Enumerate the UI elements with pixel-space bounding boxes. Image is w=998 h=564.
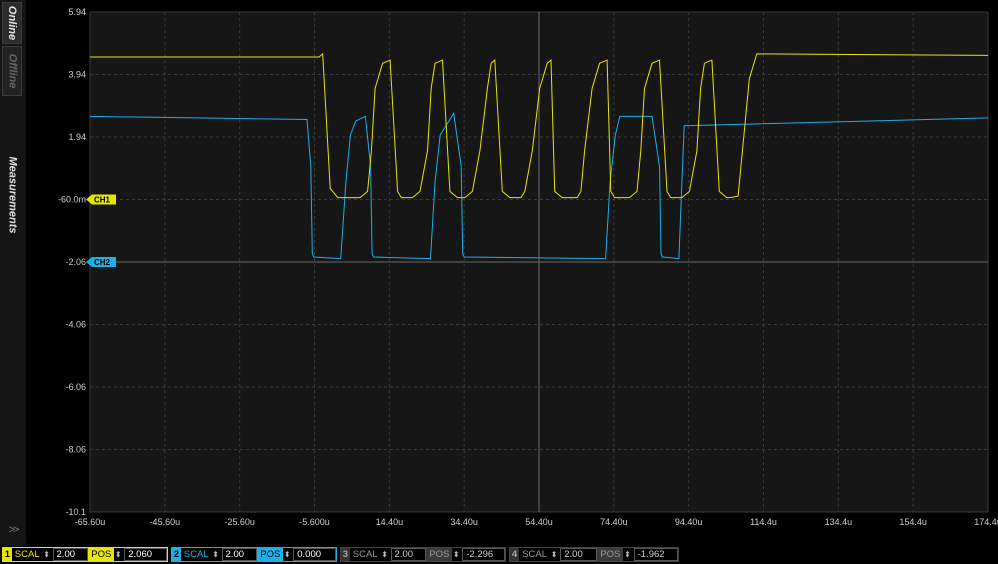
up-down-arrows-icon[interactable]: ⬍ [114, 550, 122, 559]
x-tick-label: 14.40u [376, 517, 404, 527]
up-down-arrows-icon[interactable]: ⬍ [550, 550, 558, 559]
x-tick-label: 74.40u [600, 517, 628, 527]
tab-online[interactable]: Online [2, 2, 22, 44]
channel-3-scal-input[interactable]: 2.00 [390, 548, 427, 561]
x-tick-label: 134.4u [825, 517, 853, 527]
channel-2-badge[interactable]: 2 [172, 548, 181, 561]
ch1-marker[interactable]: CH1 [86, 194, 116, 205]
y-tick-label: 1.94 [68, 132, 86, 142]
sidebar: Online Offline Measurements >> [0, 0, 27, 546]
measurements-label: Measurements [7, 156, 20, 234]
channel-3-scal-label: SCAL [352, 549, 378, 560]
y-tick-label: -10.1 [65, 507, 86, 517]
channel-4-pos-label: POS [597, 548, 624, 561]
up-down-arrows-icon[interactable]: ⬍ [283, 550, 291, 559]
y-tick-label: -6.06 [65, 382, 86, 392]
double-chevron-right-icon[interactable]: >> [3, 524, 23, 538]
y-tick-label: -2.06 [65, 257, 86, 267]
up-down-arrows-icon[interactable]: ⬍ [43, 550, 51, 559]
channel-4-scal-input[interactable]: 2.00 [560, 548, 598, 561]
channel-3-pos-label: POS [426, 548, 453, 561]
x-tick-label: -65.60u [75, 517, 106, 527]
up-down-arrows-icon[interactable]: ⬍ [452, 550, 460, 559]
ch1-marker-label: CH1 [94, 196, 111, 205]
x-tick-label: 54.40u [525, 517, 553, 527]
channel-2-scal-label: SCAL [183, 549, 209, 560]
channel-1-badge[interactable]: 1 [3, 548, 12, 561]
measurements-tab[interactable]: Measurements [0, 150, 26, 240]
tab-offline-label: Offline [6, 53, 19, 89]
channel-1-scal-input[interactable]: 2.00 [52, 548, 89, 561]
channel-1-pos-input[interactable]: 2.060 [124, 548, 167, 561]
up-down-arrows-icon[interactable]: ⬍ [623, 550, 631, 559]
channel-4-pos-input[interactable]: -1.962 [633, 548, 678, 561]
x-tick-label: 174.4u [974, 517, 998, 527]
x-tick-label: -45.60u [150, 517, 181, 527]
ch2-marker[interactable]: CH2 [86, 257, 116, 267]
channel-3-pos-input[interactable]: -2.296 [462, 548, 505, 561]
y-tick-label: -4.06 [65, 320, 86, 330]
channel-4-scal-label: SCAL [522, 549, 547, 560]
tab-offline[interactable]: Offline [2, 46, 22, 96]
channel-1-scal-label: SCAL [14, 549, 40, 560]
x-tick-label: 114.4u [750, 517, 777, 527]
x-tick-label: 94.40u [675, 517, 703, 527]
channel-1-controls: 1 SCAL ⬍ 2.00 POS ⬍ 2.060 [2, 547, 168, 562]
channel-4-controls: 4 SCAL ⬍ 2.00 POS ⬍ -1.962 [509, 547, 679, 562]
channel-control-bar: 1 SCAL ⬍ 2.00 POS ⬍ 2.060 2 SCAL ⬍ 2.00 … [0, 546, 998, 564]
channel-3-controls: 3 SCAL ⬍ 2.00 POS ⬍ -2.296 [340, 547, 506, 562]
channel-1-pos-label: POS [88, 548, 115, 561]
x-tick-label: -5.600u [299, 517, 330, 527]
channel-3-badge[interactable]: 3 [341, 548, 350, 561]
channel-2-pos-input[interactable]: 0.000 [293, 548, 336, 561]
up-down-arrows-icon[interactable]: ⬍ [381, 550, 389, 559]
y-tick-label: 5.94 [68, 7, 86, 17]
y-tick-label: -8.06 [65, 445, 86, 455]
channel-4-badge[interactable]: 4 [510, 548, 520, 561]
channel-2-scal-input[interactable]: 2.00 [221, 548, 258, 561]
scope-display[interactable]: 5.94 3.94 1.94 -60.0m -2.06 -4.06 -6.06 -8.06 -1… [26, 0, 998, 546]
channel-2-controls: 2 SCAL ⬍ 2.00 POS ⬍ 0.000 [171, 547, 337, 562]
x-tick-label: -25.60u [224, 517, 255, 527]
up-down-arrows-icon[interactable]: ⬍ [212, 550, 220, 559]
x-tick-label: 34.40u [450, 517, 478, 527]
ch2-marker-label: CH2 [94, 258, 111, 267]
y-tick-label: -60.0m [58, 195, 86, 205]
y-tick-label: 3.94 [68, 70, 86, 80]
tab-online-label: Online [6, 5, 19, 41]
channel-2-pos-label: POS [257, 548, 284, 561]
x-tick-label: 154.4u [899, 517, 927, 527]
